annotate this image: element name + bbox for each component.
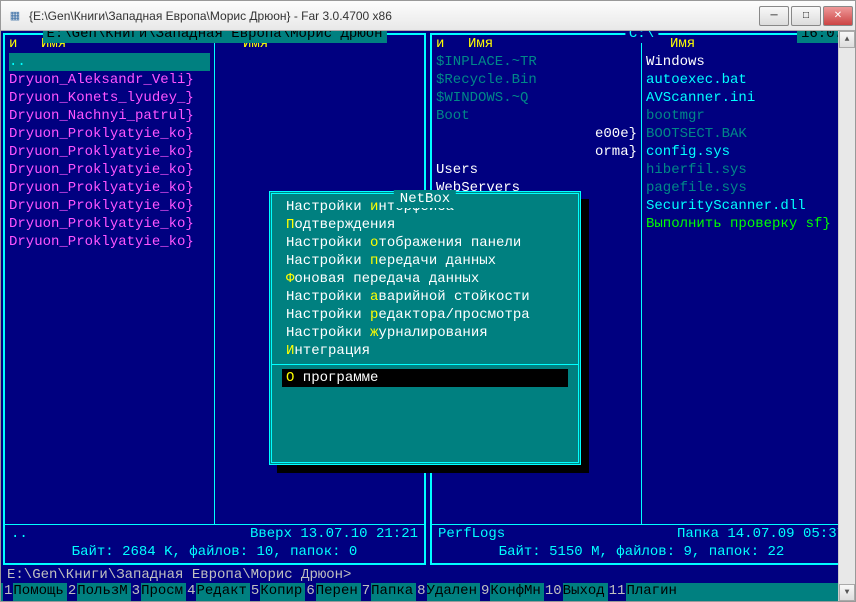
list-item[interactable]: config.sys [646,143,847,161]
list-item[interactable]: Dryuon_Proklyatyie_ko} [9,179,210,197]
status-name: .. [11,525,250,543]
panel-summary: Байт: 5150 M, файлов: 9, папок: 22 [432,543,851,563]
list-item[interactable]: Dryuon_Proklyatyie_ko} [9,143,210,161]
keybar-item[interactable]: 4Редакт [186,583,249,601]
keybar-item[interactable]: 9КонфМн [480,583,543,601]
list-item[interactable]: Dryuon_Proklyatyie_ko} [9,161,210,179]
status-name: PerfLogs [438,525,677,543]
vertical-scrollbar[interactable]: ▲ ▼ [838,31,855,601]
list-item[interactable]: hiberfil.sys [646,161,847,179]
menu-item[interactable]: Настройки журналирования [282,324,568,342]
command-line[interactable]: E:\Gen\Книги\Западная Европа\Морис Дрюон… [1,567,855,583]
app-icon: ▦ [7,8,23,24]
menu-separator [272,364,578,365]
status-info: Папка 14.07.09 05:37 [677,525,845,543]
scroll-track[interactable] [839,48,855,584]
list-item[interactable]: .. [9,53,210,71]
scroll-down-button[interactable]: ▼ [839,584,855,601]
menu-item[interactable]: Подтверждения [282,216,568,234]
menu-item-about[interactable]: О программе [282,369,568,387]
keybar-item[interactable]: 10Выход [544,583,607,601]
status-info: Вверх 13.07.10 21:21 [250,525,418,543]
list-item[interactable]: $INPLACE.~TR [436,53,637,71]
list-item[interactable]: $Recycle.Bin [436,71,637,89]
menu-item[interactable]: Интеграция [282,342,568,360]
column-header-name[interactable]: Имя [670,35,695,53]
keybar-item[interactable]: 5Копир [250,583,304,601]
maximize-button[interactable]: □ [791,6,821,26]
list-item[interactable]: e00e} [436,125,637,143]
list-item[interactable]: Users [436,161,637,179]
list-item[interactable]: Dryuon_Aleksandr_Veli} [9,71,210,89]
keybar-item[interactable]: 6Перен [305,583,359,601]
list-item[interactable]: bootmgr [646,107,847,125]
keybar-item[interactable]: 8Удален [416,583,479,601]
window-title: {E:\Gen\Книги\Западная Европа\Морис Дрюо… [29,9,759,23]
panel-summary: Байт: 2684 K, файлов: 10, папок: 0 [5,543,424,563]
list-item[interactable]: Dryuon_Proklyatyie_ko} [9,233,210,251]
list-item[interactable]: SecurityScanner.dll [646,197,847,215]
list-item[interactable]: autoexec.bat [646,71,847,89]
netbox-dialog: NetBox Настройки интерфейсаПодтверждения… [269,191,581,465]
list-item[interactable]: pagefile.sys [646,179,847,197]
keybar-item[interactable]: 2ПользМ [67,583,130,601]
window-titlebar[interactable]: ▦ {E:\Gen\Книги\Западная Европа\Морис Др… [1,1,855,31]
menu-item[interactable]: Настройки передачи данных [282,252,568,270]
list-item[interactable]: Dryuon_Proklyatyie_ko} [9,197,210,215]
sort-indicator[interactable]: и [436,35,444,53]
list-item[interactable]: BOOTSECT.BAK [646,125,847,143]
list-item[interactable]: Dryuon_Proklyatyie_ko} [9,215,210,233]
list-item[interactable]: Dryuon_Konets_lyudey_} [9,89,210,107]
list-item[interactable]: Boot [436,107,637,125]
right-panel-path[interactable]: C:\ [625,31,658,43]
menu-item[interactable]: Настройки редактора/просмотра [282,306,568,324]
sort-indicator[interactable]: и [9,35,17,53]
list-item[interactable]: $WINDOWS.~Q [436,89,637,107]
keybar-item[interactable]: 11Плагин [608,583,679,601]
keybar: 1Помощь2ПользМ3Просм4Редакт5Копир6Перен7… [1,583,855,601]
keybar-item[interactable]: 7Папка [361,583,415,601]
close-button[interactable]: ✕ [823,6,853,26]
menu-item[interactable]: Настройки аварийной стойкости [282,288,568,306]
keybar-item[interactable]: 1Помощь [3,583,66,601]
list-item[interactable]: Dryuon_Proklyatyie_ko} [9,125,210,143]
column-header-name[interactable]: Имя [468,35,493,53]
list-item[interactable]: orma} [436,143,637,161]
dialog-title: NetBox [394,190,456,208]
list-item[interactable]: AVScanner.ini [646,89,847,107]
left-panel-path[interactable]: E:\Gen\Книги\Западная Европа\Морис Дрюон [42,31,386,43]
list-item[interactable]: Выполнить проверку sf} [646,215,847,233]
menu-item[interactable]: Настройки отображения панели [282,234,568,252]
list-item[interactable]: Windows [646,53,847,71]
menu-item[interactable]: Фоновая передача данных [282,270,568,288]
scroll-up-button[interactable]: ▲ [839,31,855,48]
keybar-item[interactable]: 3Просм [131,583,185,601]
minimize-button[interactable]: ─ [759,6,789,26]
list-item[interactable]: Dryuon_Nachnyi_patrul} [9,107,210,125]
